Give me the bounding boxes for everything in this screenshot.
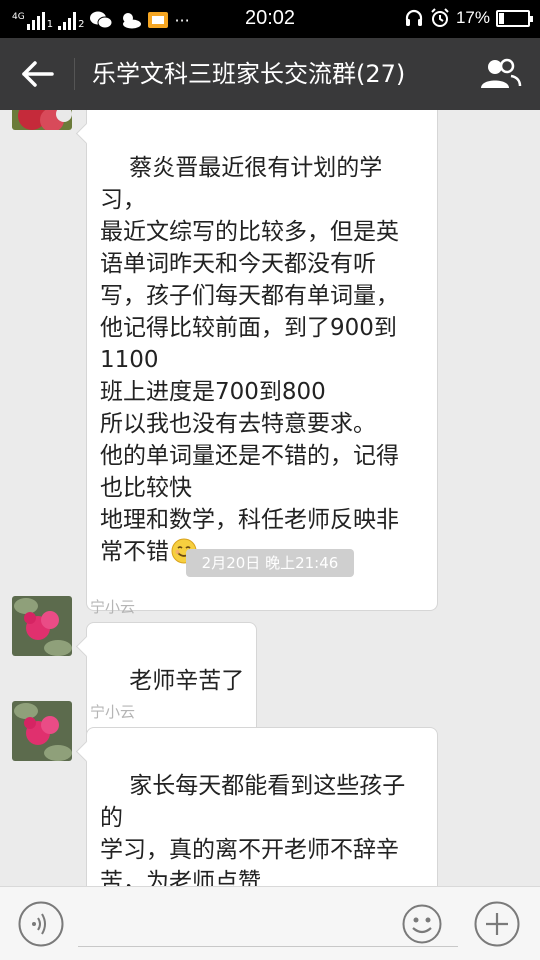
back-arrow-icon[interactable]	[18, 56, 58, 92]
avatar[interactable]	[12, 701, 72, 761]
status-bar: 4G 1 2 ··· 20:02 17%	[0, 0, 540, 38]
message-text: 蔡炎晋最近很有计划的学习， 最近文综写的比较多，但是英 语单词昨天和今天都没有听…	[100, 155, 399, 565]
plus-icon[interactable]	[474, 901, 520, 947]
alarm-icon	[431, 8, 449, 27]
chat-header: 乐学文科三班家长交流群(27)	[0, 38, 540, 110]
avatar[interactable]	[12, 596, 72, 656]
headset-icon	[405, 9, 423, 26]
timestamp-divider: 2月20日 晚上21:46	[186, 549, 354, 577]
sender-name: 宁小云	[90, 703, 136, 721]
message-bubble[interactable]: 蔡炎晋最近很有计划的学习， 最近文综写的比较多，但是英 语单词昨天和今天都没有听…	[86, 110, 438, 611]
sender-name: 宁小云	[90, 598, 136, 616]
battery-fill	[499, 12, 504, 24]
message-input[interactable]	[78, 901, 458, 947]
message-text: 老师辛苦了	[129, 668, 245, 694]
voice-icon[interactable]	[18, 901, 64, 947]
chat-title: 乐学文科三班家长交流群(27)	[92, 60, 406, 88]
emoji-icon[interactable]	[402, 904, 442, 944]
avatar-image	[12, 596, 72, 656]
message-bubble[interactable]: 家长每天都能看到这些孩子的 学习，真的离不开老师不辞辛 苦，为老师点赞	[86, 727, 438, 886]
message-text: 家长每天都能看到这些孩子的 学习，真的离不开老师不辞辛 苦，为老师点赞	[100, 773, 406, 886]
header-divider	[74, 58, 75, 90]
message-list[interactable]: 蔡炎晋最近很有计划的学习， 最近文综写的比较多，但是英 语单词昨天和今天都没有听…	[0, 110, 540, 886]
input-bar	[0, 886, 540, 960]
group-members-icon[interactable]	[478, 56, 522, 92]
message-bubble[interactable]: 老师辛苦了	[86, 622, 258, 740]
avatar-image	[12, 110, 72, 130]
battery-percent: 17%	[455, 8, 490, 27]
battery-icon	[496, 9, 533, 27]
avatar-image	[12, 701, 72, 761]
avatar[interactable]	[12, 110, 72, 130]
status-right-icons: 17%	[404, 8, 533, 28]
